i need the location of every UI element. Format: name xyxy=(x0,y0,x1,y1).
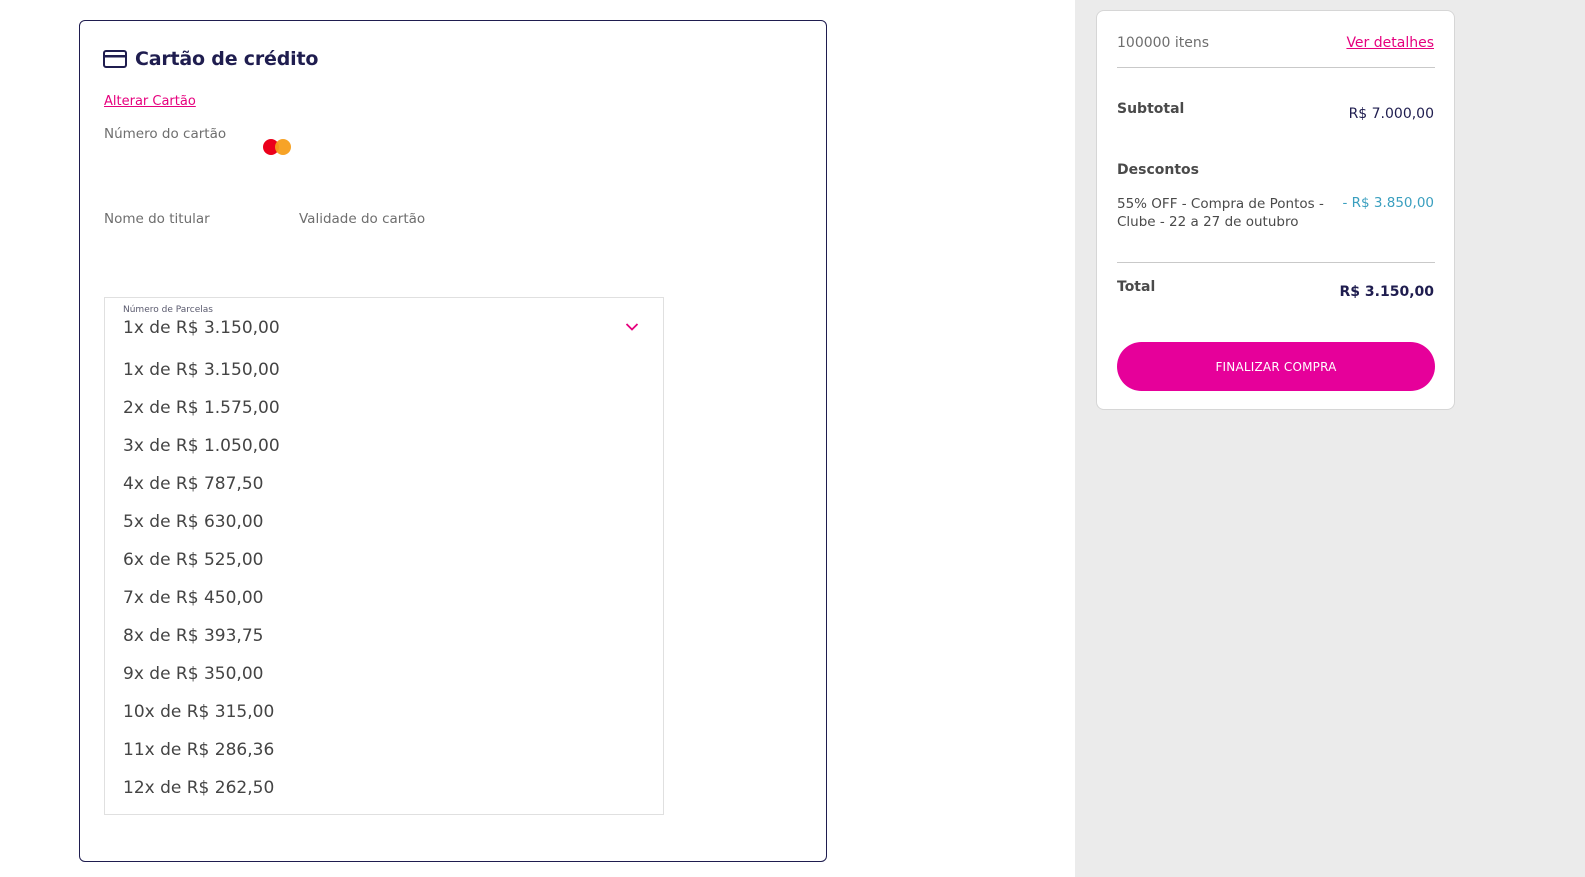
discounts-label: Descontos xyxy=(1117,162,1199,178)
finish-purchase-button[interactable]: FINALIZAR COMPRA xyxy=(1117,342,1435,391)
installment-option[interactable]: 6x de R$ 525,00 xyxy=(105,541,663,579)
discount-description: 55% OFF - Compra de Pontos - Clube - 22 … xyxy=(1117,196,1324,230)
installment-option[interactable]: 1x de R$ 3.150,00 xyxy=(105,351,663,389)
expiry-label: Validade do cartão xyxy=(299,211,426,227)
installments-options-list: 1x de R$ 3.150,00 2x de R$ 1.575,00 3x de … xyxy=(105,351,663,807)
card-number-label: Número do cartão xyxy=(104,126,227,142)
discount-value: - R$ 3.850,00 xyxy=(1342,195,1434,211)
subtotal-label: Subtotal xyxy=(1117,101,1185,117)
installments-select[interactable]: Número de Parcelas 1x de R$ 3.150,00 1x … xyxy=(104,297,664,815)
installment-option[interactable]: 12x de R$ 262,50 xyxy=(105,769,663,807)
chevron-down-icon[interactable] xyxy=(625,322,639,332)
divider xyxy=(1117,262,1435,263)
credit-card-payment-panel: Cartão de crédito Alterar Cartão Número … xyxy=(79,20,827,862)
mastercard-icon xyxy=(263,138,293,156)
payment-title: Cartão de crédito xyxy=(135,48,319,70)
installment-option[interactable]: 10x de R$ 315,00 xyxy=(105,693,663,731)
payment-header: Cartão de crédito xyxy=(103,47,318,71)
view-details-link[interactable]: Ver detalhes xyxy=(1346,35,1434,51)
change-card-link[interactable]: Alterar Cartão xyxy=(104,94,196,109)
installments-label: Número de Parcelas xyxy=(123,305,213,315)
installments-selected-value[interactable]: 1x de R$ 3.150,00 xyxy=(123,318,280,338)
items-count: 100000 itens xyxy=(1117,35,1210,51)
installment-option[interactable]: 8x de R$ 393,75 xyxy=(105,617,663,655)
order-summary: 100000 itens Ver detalhes Subtotal R$ 7.… xyxy=(1096,10,1455,410)
installment-option[interactable]: 4x de R$ 787,50 xyxy=(105,465,663,503)
installment-option[interactable]: 11x de R$ 286,36 xyxy=(105,731,663,769)
divider xyxy=(1117,67,1435,68)
total-label: Total xyxy=(1117,279,1156,295)
installment-option[interactable]: 3x de R$ 1.050,00 xyxy=(105,427,663,465)
installment-option[interactable]: 5x de R$ 630,00 xyxy=(105,503,663,541)
installment-option[interactable]: 7x de R$ 450,00 xyxy=(105,579,663,617)
holder-name-label: Nome do titular xyxy=(104,211,210,227)
installment-option[interactable]: 2x de R$ 1.575,00 xyxy=(105,389,663,427)
credit-card-icon xyxy=(103,50,127,68)
installment-option[interactable]: 9x de R$ 350,00 xyxy=(105,655,663,693)
total-value: R$ 3.150,00 xyxy=(1339,284,1434,300)
subtotal-value: R$ 7.000,00 xyxy=(1348,106,1434,122)
